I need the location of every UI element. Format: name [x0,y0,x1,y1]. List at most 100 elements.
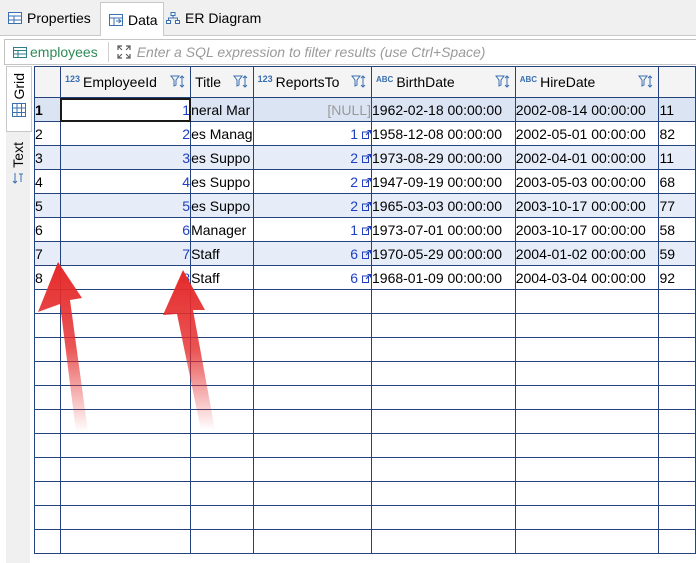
sort-filter-icon[interactable] [170,74,186,90]
cell-birthdate[interactable]: 1973-08-29 00:00:00 [371,145,516,170]
cell-title[interactable]: es Suppo [190,145,254,170]
cell-title[interactable]: neral Mar [190,97,254,122]
foreign-key-link-icon[interactable] [362,202,371,212]
table-row[interactable] [34,313,696,338]
cell-hiredate[interactable]: 2003-05-03 00:00:00 [514,169,660,194]
cell-reportsto[interactable]: 6 [252,265,373,290]
cell-hiredate[interactable]: 2003-10-17 00:00:00 [514,217,660,242]
cell-partial[interactable]: 82 [658,121,696,146]
cell-partial[interactable]: 68 [658,169,696,194]
table-row[interactable]: 8 8 Staff 6 1968-01-09 00:00:00 2004-03-04 00… [34,265,696,290]
table-row[interactable] [34,337,696,362]
row-number[interactable]: 5 [34,193,61,218]
column-header-title[interactable]: Title [190,66,254,98]
table-row[interactable]: 1 1 neral Mar [NULL] 1962-02-18 00:00:00 2002… [34,97,696,122]
column-header-partial[interactable] [658,66,696,98]
cell-title[interactable]: es Suppo [190,193,254,218]
row-number[interactable]: 1 [34,97,61,122]
results-grid[interactable]: 123 EmployeeId Title 123 ReportsTo ABC Birt… [34,66,696,563]
table-row[interactable]: 7 7 Staff 6 1970-05-29 00:00:00 2004-01-02 00… [34,241,696,266]
table-row[interactable]: 2 2 es Manag 1 1958-12-08 00:00:00 2002-05-01… [34,121,696,146]
cell-reportsto[interactable]: 1 [252,121,373,146]
sort-filter-icon[interactable] [351,74,367,90]
foreign-key-link-icon[interactable] [362,178,371,188]
cell-employeeid[interactable]: 1 [59,97,192,122]
table-row[interactable]: 5 5 es Suppo 2 1965-03-03 00:00:00 2003-10-17… [34,193,696,218]
cell-birthdate[interactable]: 1965-03-03 00:00:00 [371,193,516,218]
filter-input[interactable]: Enter a SQL expression to filter results… [137,44,486,60]
column-header-reportsto[interactable]: 123 ReportsTo [252,66,373,98]
table-row[interactable] [34,457,696,482]
cell-reportsto[interactable]: 6 [252,241,373,266]
cell-birthdate[interactable]: 1947-09-19 00:00:00 [371,169,516,194]
cell-employeeid[interactable]: 7 [59,241,192,266]
cell-title[interactable]: es Manag [190,121,254,146]
cell-birthdate[interactable]: 1973-07-01 00:00:00 [371,217,516,242]
column-header-birthdate[interactable]: ABC BirthDate [371,66,516,98]
cell-partial[interactable]: 11 [658,145,696,170]
table-row[interactable] [34,529,696,554]
tab-data[interactable]: Data [100,2,164,36]
sort-filter-icon[interactable] [638,74,654,90]
cell-title[interactable]: es Suppo [190,169,254,194]
tab-text[interactable]: Text [6,142,30,212]
table-row[interactable] [34,433,696,458]
cell-employeeid[interactable]: 4 [59,169,192,194]
cell-hiredate[interactable]: 2002-05-01 00:00:00 [514,121,660,146]
foreign-key-link-icon[interactable] [362,226,371,236]
row-number[interactable]: 4 [34,169,61,194]
table-row[interactable] [34,385,696,410]
cell-hiredate[interactable]: 2004-01-02 00:00:00 [514,241,660,266]
row-number[interactable]: 2 [34,121,61,146]
cell-birthdate[interactable]: 1970-05-29 00:00:00 [371,241,516,266]
row-number[interactable]: 7 [34,241,61,266]
tab-properties[interactable]: Properties [0,2,100,34]
foreign-key-link-icon[interactable] [362,274,371,284]
cell-employeeid[interactable]: 5 [59,193,192,218]
cell-employeeid[interactable]: 8 [59,265,192,290]
table-row[interactable]: 3 3 es Suppo 2 1973-08-29 00:00:00 2002-04-01… [34,145,696,170]
cell-birthdate[interactable]: 1968-01-09 00:00:00 [371,265,516,290]
foreign-key-link-icon[interactable] [362,130,371,140]
cell-reportsto[interactable]: [NULL] [252,97,373,122]
cell-partial[interactable]: 58 [658,217,696,242]
sort-filter-icon[interactable] [494,74,511,90]
row-number[interactable]: 6 [34,217,61,242]
table-row[interactable]: 6 6 Manager 1 1973-07-01 00:00:00 2003-10-17 … [34,217,696,242]
row-number-header[interactable] [34,66,61,98]
column-header-employeeid[interactable]: 123 EmployeeId [59,66,192,98]
table-row[interactable] [34,289,696,314]
table-row[interactable] [34,481,696,506]
cell-employeeid[interactable]: 3 [59,145,192,170]
cell-employeeid[interactable]: 6 [59,217,192,242]
cell-partial[interactable]: 11 [658,97,696,122]
table-row[interactable] [34,361,696,386]
table-name-label[interactable]: employees [30,44,98,60]
cell-hiredate[interactable]: 2002-04-01 00:00:00 [514,145,660,170]
tab-er-diagram[interactable]: ER Diagram [162,2,272,34]
expand-icon[interactable] [117,45,131,59]
cell-title[interactable]: Staff [190,241,254,266]
cell-reportsto[interactable]: 1 [252,217,373,242]
cell-title[interactable]: Staff [190,265,254,290]
column-header-hiredate[interactable]: ABC HireDate [514,66,660,98]
cell-birthdate[interactable]: 1958-12-08 00:00:00 [371,121,516,146]
foreign-key-link-icon[interactable] [362,250,371,260]
sort-filter-icon[interactable] [232,74,249,90]
tab-grid[interactable]: Grid [6,66,32,132]
foreign-key-link-icon[interactable] [362,154,371,164]
cell-hiredate[interactable]: 2004-03-04 00:00:00 [514,265,660,290]
cell-title[interactable]: Manager [190,217,254,242]
cell-partial[interactable]: 92 [658,265,696,290]
row-number[interactable]: 3 [34,145,61,170]
cell-birthdate[interactable]: 1962-02-18 00:00:00 [371,97,516,122]
cell-reportsto[interactable]: 2 [252,145,373,170]
table-row[interactable] [34,505,696,530]
row-number[interactable]: 8 [34,265,61,290]
cell-hiredate[interactable]: 2003-10-17 00:00:00 [514,193,660,218]
cell-reportsto[interactable]: 2 [252,169,373,194]
table-row[interactable] [34,409,696,434]
cell-partial[interactable]: 77 [658,193,696,218]
cell-employeeid[interactable]: 2 [59,121,192,146]
cell-partial[interactable]: 59 [658,241,696,266]
